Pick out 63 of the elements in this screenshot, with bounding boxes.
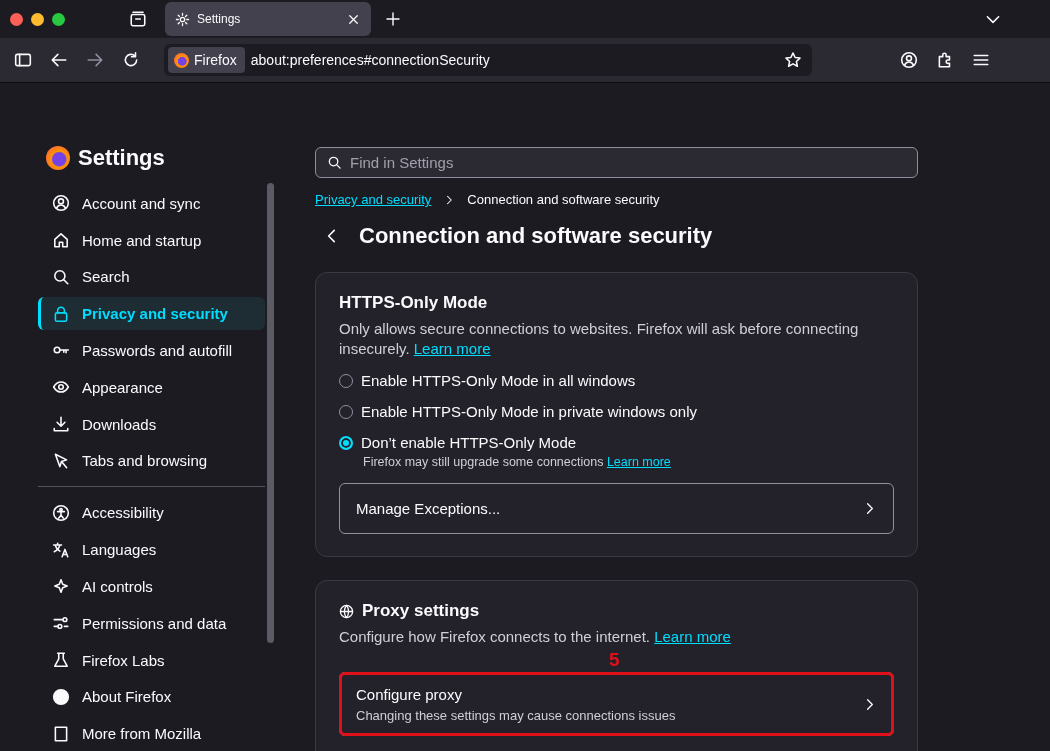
- account-icon[interactable]: [900, 51, 918, 69]
- close-window-button[interactable]: [10, 12, 23, 26]
- globe-icon: [339, 603, 354, 619]
- sidebar-item[interactable]: More from Mozilla: [38, 717, 265, 751]
- new-tab-icon[interactable]: [385, 10, 401, 28]
- learn-more-link[interactable]: Learn more: [654, 628, 731, 645]
- section-title: Proxy settings: [362, 601, 480, 621]
- breadcrumb-link[interactable]: Privacy and security: [315, 192, 432, 207]
- sidebar-item[interactable]: Home and startup: [38, 223, 265, 257]
- option-label[interactable]: Enable HTTPS-Only Mode in all windows: [361, 372, 636, 389]
- sidebar-item[interactable]: Firefox Labs: [38, 643, 265, 677]
- breadcrumb-current: Connection and software security: [467, 192, 660, 207]
- home-icon: [52, 231, 70, 250]
- sidebar-item[interactable]: Search: [38, 260, 265, 294]
- account-icon: [52, 194, 70, 213]
- tab-overview-icon[interactable]: [129, 10, 147, 28]
- translate-icon: [52, 540, 70, 559]
- learn-more-link[interactable]: Learn more: [413, 340, 491, 357]
- section-description: Configure how Firefox connects to the internet. Learn more: [339, 627, 732, 647]
- option-note: Firefox may still upgrade some connections Learn more: [363, 455, 672, 469]
- sidebar-item[interactable]: Tabs and browsing: [38, 444, 265, 478]
- configure-proxy-button[interactable]: Configure proxy Changing these settings may cause connections issues: [339, 672, 894, 736]
- option-label[interactable]: Don’t enable HTTPS-Only Mode: [361, 434, 577, 451]
- sidebar-item[interactable]: Privacy and security: [38, 297, 265, 331]
- sidebar-item[interactable]: Account and sync: [38, 186, 265, 220]
- identity-badge[interactable]: Firefox: [168, 47, 245, 73]
- sidebar-item[interactable]: AI controls: [38, 569, 265, 603]
- forward-icon[interactable]: [86, 51, 104, 69]
- address-bar[interactable]: Firefox about:preferences#connectionSecurity: [164, 44, 812, 76]
- search-field[interactable]: Find in Settings: [315, 147, 918, 178]
- sidebar-item[interactable]: Accessibility: [38, 496, 265, 530]
- lock-icon: [52, 304, 70, 323]
- gear-icon: [175, 11, 190, 27]
- minimize-window-button[interactable]: [31, 12, 44, 26]
- settings-title: Settings: [78, 145, 165, 171]
- option-label[interactable]: Enable HTTPS-Only Mode in private windows only: [361, 403, 697, 420]
- sidebar-item[interactable]: Passwords and autofill: [38, 334, 265, 367]
- browser-tab[interactable]: Settings: [165, 2, 371, 36]
- search-icon: [52, 267, 70, 286]
- sidebar-item[interactable]: Downloads: [38, 407, 265, 441]
- sparkle-icon: [52, 577, 70, 596]
- download-icon: [52, 415, 70, 434]
- flask-icon: [52, 651, 70, 670]
- accessibility-icon: [52, 503, 70, 522]
- sidebar-icon[interactable]: [14, 51, 32, 69]
- learn-more-link[interactable]: Learn more: [606, 455, 671, 469]
- sidebar-item[interactable]: Languages: [38, 533, 265, 567]
- maximize-window-button[interactable]: [52, 12, 65, 26]
- page-title: Connection and software security: [359, 223, 713, 249]
- section-title: HTTPS-Only Mode: [339, 293, 489, 313]
- radio-button[interactable]: [339, 435, 353, 450]
- sidebar-item[interactable]: About Firefox: [38, 680, 265, 714]
- cursor-icon: [52, 451, 70, 470]
- firefox-logo-icon: [46, 146, 70, 170]
- manage-exceptions-button[interactable]: Manage Exceptions...: [339, 483, 894, 534]
- sidebar-item[interactable]: Permissions and data: [38, 606, 265, 640]
- reload-icon[interactable]: [122, 51, 140, 69]
- scrollbar[interactable]: [267, 183, 274, 643]
- sidebar-item[interactable]: Appearance: [38, 370, 265, 404]
- bookmark-star-icon[interactable]: [784, 51, 802, 69]
- back-icon[interactable]: [50, 51, 68, 69]
- section-description: Only allows secure connections to websites. Firefox will ask before connecting insecurely. Learn more: [339, 319, 860, 359]
- annotation-number: 5: [609, 650, 620, 670]
